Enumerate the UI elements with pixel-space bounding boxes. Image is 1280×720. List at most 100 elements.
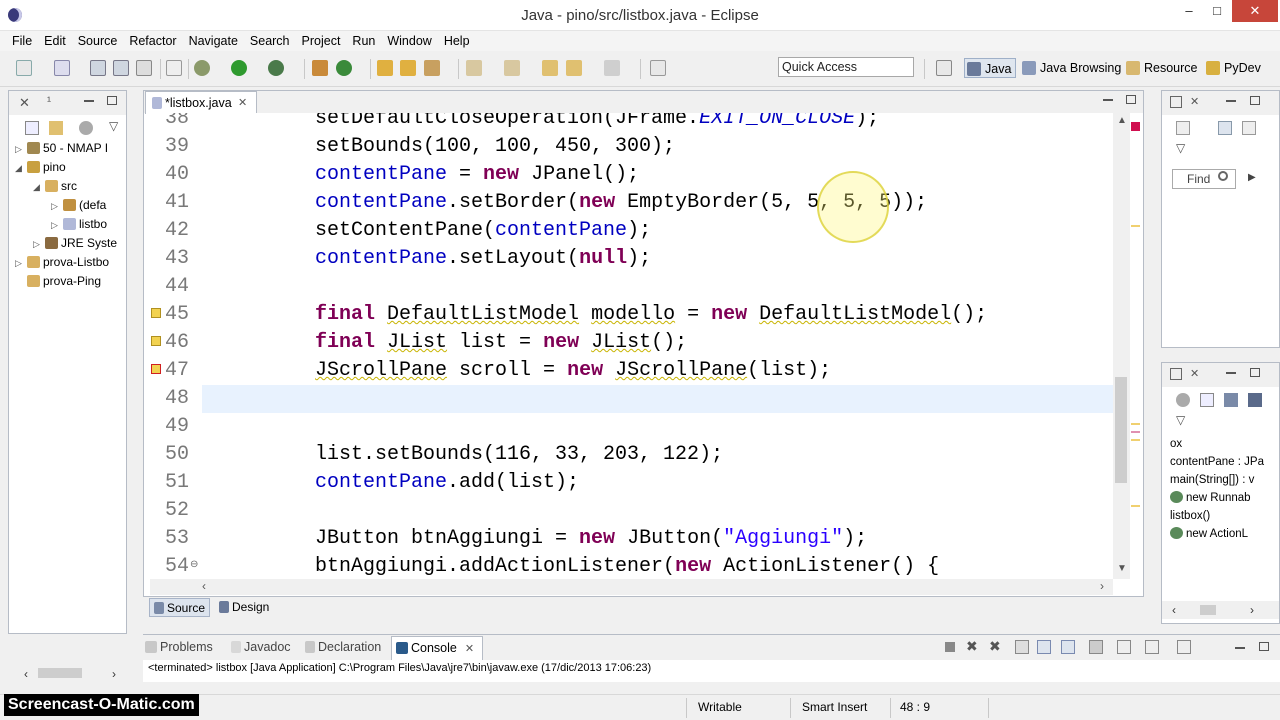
tab-console[interactable]: Console ✕: [391, 636, 484, 660]
code-line[interactable]: final DefaultListModel modello = new Def…: [315, 303, 987, 326]
scroll-lock-icon[interactable]: [1037, 640, 1051, 654]
menu-window[interactable]: Window: [381, 31, 437, 51]
tree-expand-icon[interactable]: ◢: [15, 159, 27, 177]
display-console-icon[interactable]: [1145, 640, 1159, 654]
editor-minimize-button[interactable]: [1103, 99, 1113, 101]
minimize-view-button[interactable]: [84, 100, 94, 102]
tree-item[interactable]: ▷ JRE Syste: [15, 234, 127, 253]
editor-vertical-scrollbar[interactable]: ▲ ▼: [1113, 113, 1130, 579]
tree-item[interactable]: prova-Ping: [15, 272, 127, 290]
editor-maximize-button[interactable]: [1126, 95, 1136, 104]
tree-item[interactable]: ◢ pino: [15, 158, 127, 177]
design-tab[interactable]: Design: [215, 598, 273, 617]
tree-item[interactable]: ▷ listbo: [15, 215, 127, 234]
outline-item[interactable]: new ActionL: [1170, 525, 1280, 543]
outline-item[interactable]: ox: [1170, 435, 1280, 453]
maximize-view-button[interactable]: [1250, 368, 1260, 377]
hide-fields-icon[interactable]: [1200, 393, 1214, 407]
outline-item[interactable]: new Runnab: [1170, 489, 1280, 507]
maximize-button[interactable]: □: [1204, 0, 1230, 22]
tab-problems[interactable]: Problems: [145, 640, 213, 654]
close-button[interactable]: ✕: [1232, 0, 1278, 22]
pin-console-icon[interactable]: [1117, 640, 1131, 654]
open-perspective-icon[interactable]: [936, 60, 952, 76]
menu-file[interactable]: File: [6, 31, 38, 51]
outline-item[interactable]: contentPane : JPa: [1170, 453, 1280, 471]
maximize-view-button[interactable]: [107, 96, 117, 105]
minimize-view-button[interactable]: [1235, 647, 1245, 649]
quick-access-input[interactable]: Quick Access: [778, 57, 914, 77]
save-icon[interactable]: [90, 60, 106, 76]
menu-project[interactable]: Project: [296, 31, 347, 51]
word-wrap-icon[interactable]: [1061, 640, 1075, 654]
tab-javadoc[interactable]: Javadoc: [231, 640, 291, 654]
show-console-icon[interactable]: [1089, 640, 1103, 654]
coverage-icon[interactable]: [268, 60, 284, 76]
debug-icon[interactable]: [194, 60, 210, 76]
remove-all-icon[interactable]: ✖: [989, 638, 1001, 655]
tree-item[interactable]: ◢ src: [15, 177, 127, 196]
toggle-mark-icon[interactable]: [166, 60, 182, 76]
clear-console-icon[interactable]: [1015, 640, 1029, 654]
tree-expand-icon[interactable]: ▷: [51, 197, 63, 215]
code-line[interactable]: setContentPane(contentPane);: [315, 219, 651, 242]
new-java-project-icon[interactable]: [312, 60, 328, 76]
outline-item[interactable]: main(String[]) : v: [1170, 471, 1280, 489]
outline-icon[interactable]: [1170, 368, 1182, 380]
scroll-thumb[interactable]: [1200, 605, 1216, 615]
close-view-icon[interactable]: ✕: [1190, 367, 1199, 380]
remove-launch-icon[interactable]: ✖: [966, 638, 978, 655]
terminate-icon[interactable]: [945, 642, 955, 652]
minimize-button[interactable]: –: [1176, 0, 1202, 22]
save-all-icon[interactable]: [113, 60, 129, 76]
tree-item[interactable]: ▷ 50 - NMAP I: [15, 139, 127, 158]
code-line[interactable]: setBounds(100, 100, 450, 300);: [315, 135, 675, 158]
view-menu-chevron-icon[interactable]: ▽: [1176, 413, 1185, 427]
perspective-pydev[interactable]: PyDev: [1204, 58, 1261, 78]
tree-expand-icon[interactable]: ▷: [15, 140, 27, 158]
minimize-view-button[interactable]: [1226, 372, 1236, 374]
hierarchy-icon[interactable]: ¹: [47, 94, 51, 108]
tree-item[interactable]: ▷ prova-Listbo: [15, 253, 127, 272]
maximize-view-button[interactable]: [1259, 642, 1269, 651]
perspective-resource[interactable]: Resource: [1124, 58, 1198, 78]
pin-editor-icon[interactable]: [650, 60, 666, 76]
view-menu-chevron-icon[interactable]: ▽: [1176, 141, 1185, 155]
editor-horizontal-scrollbar[interactable]: ‹ ›: [150, 579, 1113, 595]
new-class-icon[interactable]: [336, 60, 352, 76]
tree-expand-icon[interactable]: ▷: [33, 235, 45, 253]
categorized-icon[interactable]: [1218, 121, 1232, 135]
outline-item[interactable]: listbox(): [1170, 507, 1280, 525]
task-list-icon[interactable]: [1170, 96, 1182, 108]
menu-help[interactable]: Help: [438, 31, 476, 51]
tree-item[interactable]: ▷ (defa: [15, 196, 127, 215]
prev-annotation-icon[interactable]: [504, 60, 520, 76]
view-menu-chevron-icon[interactable]: ▽: [109, 119, 118, 133]
close-view-icon[interactable]: ✕: [1190, 95, 1199, 108]
back-icon[interactable]: [566, 60, 582, 76]
maximize-view-button[interactable]: [1250, 96, 1260, 105]
new-package-icon[interactable]: [54, 60, 70, 76]
package-explorer-hscroll-bar[interactable]: ‹ ›: [8, 664, 127, 682]
tree-expand-icon[interactable]: ▷: [51, 216, 63, 234]
code-line[interactable]: JButton btnAggiungi = new JButton("Aggiu…: [315, 527, 867, 550]
tab-declaration[interactable]: Declaration: [305, 640, 381, 654]
tree-expand-icon[interactable]: ◢: [33, 178, 45, 196]
code-line[interactable]: contentPane = new JPanel();: [315, 163, 639, 186]
new-task-icon[interactable]: [1176, 121, 1190, 135]
menu-search[interactable]: Search: [244, 31, 296, 51]
open-task-icon[interactable]: [400, 60, 416, 76]
new-icon[interactable]: [16, 60, 32, 76]
error-overview-marker[interactable]: [1131, 122, 1140, 131]
scheduled-icon[interactable]: [1242, 121, 1256, 135]
hide-static-icon[interactable]: [1224, 393, 1238, 407]
code-line[interactable]: contentPane.setLayout(null);: [315, 247, 651, 270]
last-edit-icon[interactable]: [542, 60, 558, 76]
link-editor-icon[interactable]: [49, 121, 63, 135]
hide-nonpublic-icon[interactable]: [1248, 393, 1262, 407]
fold-toggle-icon[interactable]: ⊖: [190, 559, 198, 570]
outline-hscroll[interactable]: ‹ ›: [1162, 601, 1279, 619]
forward-icon[interactable]: [604, 60, 620, 76]
open-type-icon[interactable]: [377, 60, 393, 76]
editor-tab-listbox[interactable]: *listbox.java ✕: [145, 91, 257, 114]
